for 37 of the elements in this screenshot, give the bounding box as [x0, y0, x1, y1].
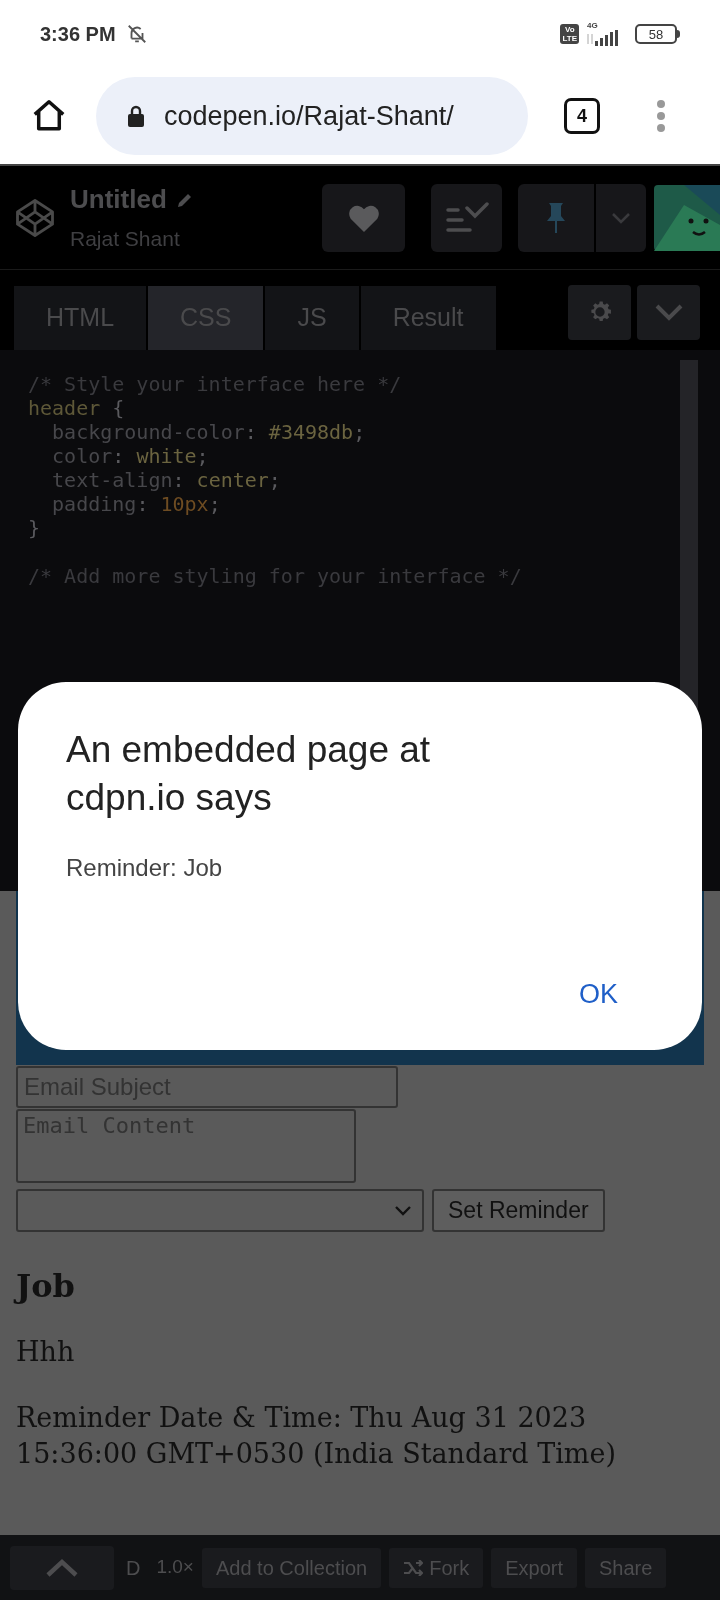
pen-title[interactable]: Untitled: [70, 180, 167, 220]
chevron-down-icon: [611, 211, 631, 224]
volte-icon: Vo LTE: [560, 24, 579, 44]
bell-off-icon: [125, 23, 148, 45]
avatar-icon[interactable]: [654, 184, 720, 251]
url-bar[interactable]: codepen.io/Rajat-Shant/: [96, 77, 528, 155]
status-time: 3:36 PM: [40, 22, 116, 47]
settings-button[interactable]: [568, 284, 631, 340]
collection-button[interactable]: [431, 183, 502, 252]
chevron-down-icon: [653, 303, 684, 321]
pin-icon: [544, 200, 568, 235]
reminder-body: Hhh: [16, 1335, 76, 1369]
tab-count[interactable]: 4: [564, 98, 600, 134]
pin-button[interactable]: [518, 183, 594, 252]
fork-icon: [403, 1559, 424, 1576]
expand-button[interactable]: [10, 1545, 114, 1590]
network-label: 4G: [587, 22, 598, 30]
ok-button[interactable]: OK: [567, 967, 630, 1020]
dialog-title: An embedded page at cdpn.io says: [66, 728, 432, 820]
collapse-button[interactable]: [637, 284, 700, 340]
pen-author[interactable]: Rajat Shant: [70, 223, 195, 255]
more-icon[interactable]: [656, 99, 666, 133]
cube-logo-icon[interactable]: [14, 196, 56, 239]
like-button[interactable]: [322, 183, 405, 252]
lock-icon: [126, 104, 146, 128]
set-reminder-button[interactable]: Set Reminder: [432, 1189, 605, 1232]
view-mode-label[interactable]: D: [126, 1552, 141, 1583]
url-text: codepen.io/Rajat-Shant/: [164, 99, 454, 133]
reminder-datetime: Reminder Date & Time: Thu Aug 31 2023 15:36:00 GMT+0530 (India Standard Time): [16, 1401, 617, 1471]
chevron-down-icon: [394, 1205, 412, 1216]
date-select[interactable]: [16, 1189, 424, 1232]
chevron-up-icon: [45, 1557, 79, 1578]
battery-icon: 58: [635, 24, 680, 44]
list-check-icon: [444, 201, 489, 234]
dialog-message: Reminder: Job: [66, 853, 224, 883]
zoom-label[interactable]: 1.0×: [156, 1553, 194, 1582]
heart-icon: [347, 203, 380, 232]
